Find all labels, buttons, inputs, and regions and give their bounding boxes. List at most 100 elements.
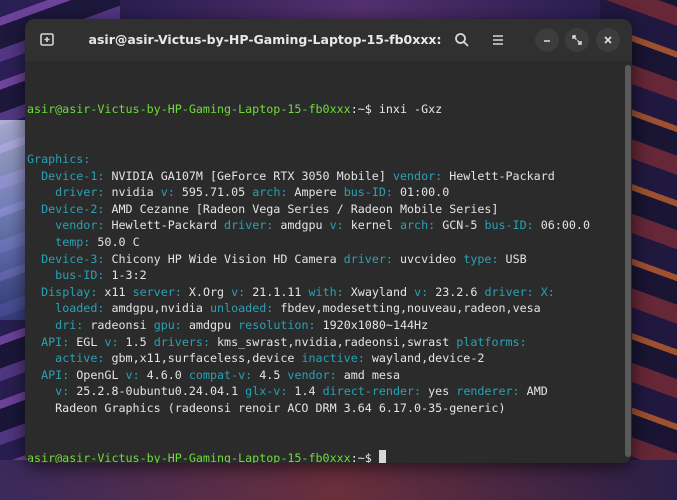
output-key: driver: [484,284,534,299]
output-line: Display: x11 server: X.Org v: 21.1.11 wi… [27,284,590,301]
output-value: Hewlett-Packard [442,168,555,183]
output-key: driver: [343,251,393,266]
output-value: AMD [519,384,548,399]
command-output: Graphics: Device-1: NVIDIA GA107M [GeFor… [27,151,590,417]
output-line: vendor: Hewlett-Packard driver: amdgpu v… [27,217,590,234]
output-key: arch: [399,218,436,233]
output-key: vendor: [392,168,443,183]
minimize-icon [544,40,550,42]
output-value [27,368,41,382]
scrollbar[interactable] [625,61,632,463]
output-value: radeonsi [83,317,154,332]
maximize-button[interactable] [565,28,589,52]
output-line: API: OpenGL v: 4.6.0 compat-v: 4.5 vendo… [27,367,590,384]
output-value: 1920x1080~144Hz [315,317,429,332]
prompt-user: asir@asir-Victus-by-HP-Gaming-Laptop-15-… [27,450,351,463]
output-line: bus-ID: 1-3:2 [27,267,590,284]
output-key: v: [414,284,429,299]
output-value: 25.2.8-0ubuntu0.24.04.1 [69,384,246,399]
output-value: GCN-5 [435,218,485,233]
output-value: uvcvideo [392,251,464,266]
output-value: 06:00.0 [533,218,590,233]
output-value [27,301,55,315]
output-value: nvidia [104,185,161,200]
terminal-window[interactable]: asir@asir-Victus-by-HP-Gaming-Laptop-15-… [25,19,632,463]
output-key: v: [160,185,175,200]
output-key: resolution: [238,317,316,332]
close-button[interactable] [596,28,620,52]
output-line: Device-1: NVIDIA GA107M [GeForce RTX 305… [27,168,590,185]
output-value [27,169,41,183]
output-key: Display: [41,284,98,299]
output-key: drivers: [153,334,210,349]
new-tab-icon [40,33,54,46]
output-value: Chicony HP Wide Vision HD Camera [104,251,344,266]
new-tab-button[interactable] [32,25,62,55]
output-key: bus-ID: [343,185,393,200]
output-line: Device-2: AMD Cezanne [Radeon Vega Serie… [27,201,590,218]
output-key: v: [231,284,246,299]
output-key: with: [308,284,344,299]
output-value [27,218,55,232]
output-value [534,285,541,299]
output-key: renderer: [456,384,520,399]
output-key: arch: [252,185,288,200]
output-key: X: [540,284,555,299]
minimize-button[interactable] [535,28,559,52]
output-value: EGL [69,334,105,349]
output-value: kernel [343,218,400,233]
close-icon [604,36,612,44]
output-value: amd mesa [336,367,401,382]
terminal-output-area[interactable]: asir@asir-Victus-by-HP-Gaming-Laptop-15-… [25,61,625,463]
output-value [27,351,55,365]
output-value: 23.2.6 [428,284,485,299]
output-key: driver: [55,185,105,200]
output-key: Device-3: [41,251,105,266]
active-prompt-line[interactable]: asir@asir-Victus-by-HP-Gaming-Laptop-15-… [27,449,590,463]
output-key: glx-v: [245,384,288,399]
output-key: inactive: [301,351,365,366]
output-value [27,384,55,398]
output-key: Device-1: [41,168,105,183]
output-value: X.Org [181,284,232,299]
titlebar[interactable]: asir@asir-Victus-by-HP-Gaming-Laptop-15-… [25,19,632,89]
output-key: vendor: [287,367,337,382]
output-value: wayland,device-2 [364,351,485,366]
output-value: gbm,x11,surfaceless,device [104,351,302,366]
output-key: compat-v: [188,367,253,382]
menu-button[interactable] [483,25,513,55]
output-key: v: [125,367,140,382]
output-key: type: [463,251,499,266]
scrollbar-thumb[interactable] [625,65,631,457]
output-value [27,335,41,349]
output-value: OpenGL [69,367,126,382]
output-key: v: [329,218,344,233]
output-value: Xwayland [343,284,415,299]
output-value [27,285,41,299]
output-key: v: [104,334,119,349]
prompt-user: asir@asir-Victus-by-HP-Gaming-Laptop-15-… [27,102,351,117]
output-value: fbdev,modesetting,nouveau,radeon,vesa [273,301,541,316]
output-value: Hewlett-Packard [104,218,225,233]
maximize-icon [572,35,582,45]
output-value [27,318,55,332]
output-value: Radeon Graphics (radeonsi renoir ACO DRM… [27,400,506,415]
command-text: inxi -Gxz [371,102,443,117]
output-key: bus-ID: [484,218,534,233]
prompt-path: :~$ [350,450,372,463]
output-key: dri: [55,317,84,332]
output-value: AMD Cezanne [Radeon Vega Series / Radeon… [104,201,499,216]
output-value [27,202,41,216]
search-button[interactable] [447,25,477,55]
output-value: 1.4 [287,384,323,399]
output-value: 4.6.0 [139,367,189,382]
search-icon [455,33,469,47]
output-key: server: [132,284,182,299]
prompt-path: :~$ [350,102,372,117]
output-value: yes [421,384,457,399]
output-key: vendor: [55,218,105,233]
window-title: asir@asir-Victus-by-HP-Gaming-Laptop-15-… [88,32,442,89]
output-key: API: [41,334,70,349]
output-key: Device-2: [41,201,105,216]
output-line: loaded: amdgpu,nvidia unloaded: fbdev,mo… [27,300,590,317]
